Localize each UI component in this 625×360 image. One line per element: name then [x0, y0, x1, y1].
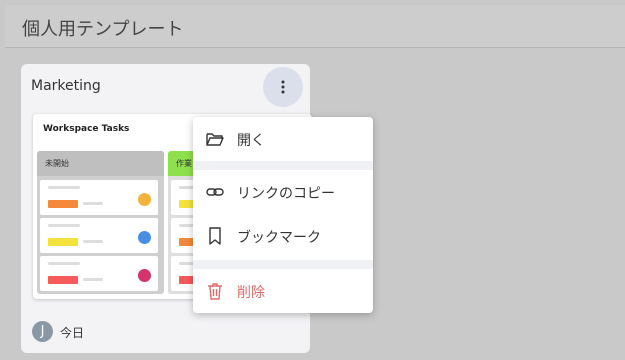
- menu-item-delete[interactable]: 削除: [193, 271, 373, 311]
- preview-avatar: [138, 193, 151, 206]
- menu-item-label: 削除: [237, 285, 265, 301]
- menu-item-copy-link[interactable]: リンクのコピー: [193, 172, 373, 212]
- more-options-button[interactable]: [263, 67, 303, 107]
- preview-tag: [48, 200, 78, 208]
- preview-column: 未開始: [37, 151, 164, 294]
- preview-title: Workspace Tasks: [43, 124, 130, 134]
- preview-task: [40, 256, 158, 291]
- page-header: 個人用テンプレート: [5, 5, 625, 48]
- menu-item-label: ブックマーク: [237, 230, 321, 246]
- preview-tag: [48, 238, 78, 246]
- menu-item-label: リンクのコピー: [237, 186, 335, 202]
- more-vertical-icon: [281, 80, 285, 94]
- menu-item-label: 開く: [237, 133, 265, 149]
- updated-date: 今日: [60, 326, 85, 340]
- menu-divider: [193, 161, 373, 170]
- preview-task: [40, 180, 158, 215]
- preview-task: [40, 218, 158, 253]
- context-menu: 開く リンクのコピー ブックマーク 削除: [193, 117, 373, 313]
- folder-open-icon: [206, 133, 224, 146]
- preview-column-label: 作業: [176, 159, 192, 168]
- menu-item-bookmark[interactable]: ブックマーク: [193, 216, 373, 256]
- preview-avatar: [138, 231, 151, 244]
- menu-item-open[interactable]: 開く: [193, 119, 373, 159]
- card-title: Marketing: [31, 78, 101, 94]
- link-icon: [206, 188, 224, 196]
- page-title: 個人用テンプレート: [22, 19, 184, 40]
- avatar: J: [32, 321, 53, 342]
- bookmark-icon: [209, 227, 221, 245]
- preview-column-label: 未開始: [45, 159, 69, 168]
- trash-icon: [208, 283, 222, 300]
- preview-column-header: 未開始: [37, 151, 164, 176]
- preview-tag: [48, 276, 78, 284]
- menu-divider: [193, 260, 373, 269]
- preview-avatar: [138, 269, 151, 282]
